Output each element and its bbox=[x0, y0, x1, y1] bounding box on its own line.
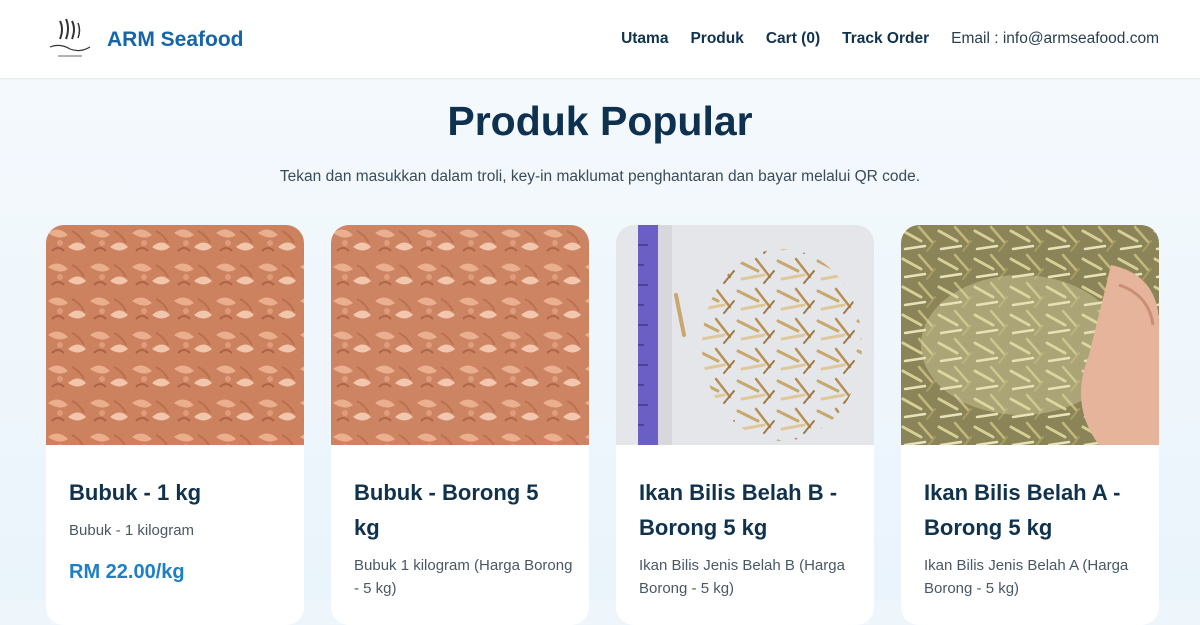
brand-logo-icon[interactable] bbox=[46, 17, 94, 61]
product-price: RM 22.00/kg bbox=[69, 561, 185, 583]
product-image[interactable] bbox=[46, 225, 304, 445]
section-subtitle: Tekan dan masukkan dalam troli, key-in m… bbox=[279, 168, 921, 185]
product-description: Bubuk - 1 kilogram bbox=[69, 522, 195, 539]
site-header: ARM Seafood Utama Produk Cart (0) Track … bbox=[0, 0, 1200, 79]
nav-utama[interactable]: Utama bbox=[621, 30, 668, 48]
product-card[interactable]: Ikan Bilis Belah A - Borong 5 kg Ikan Bi… bbox=[901, 225, 1159, 625]
product-card[interactable]: Ikan Bilis Belah B - Borong 5 kg Ikan Bi… bbox=[616, 225, 874, 625]
product-image[interactable] bbox=[331, 225, 589, 445]
main-nav: Utama Produk Cart (0) Track Order Email … bbox=[621, 30, 1159, 48]
product-description: Ikan Bilis Jenis Belah B (Harga Borong -… bbox=[639, 557, 845, 597]
nav-track-order[interactable]: Track Order bbox=[842, 30, 929, 48]
popular-products-section: Produk Popular Tekan dan masukkan dalam … bbox=[0, 80, 1200, 625]
product-description: Bubuk 1 kilogram (Harga Borong - 5 kg) bbox=[354, 557, 573, 597]
product-card[interactable]: Bubuk - Borong 5 kg Bubuk 1 kilogram (Ha… bbox=[331, 225, 589, 625]
product-name[interactable]: Ikan Bilis Belah A - Borong 5 kg bbox=[924, 475, 1139, 545]
nav-email[interactable]: Email : info@armseafood.com bbox=[951, 30, 1159, 48]
product-card[interactable]: Bubuk - 1 kg Bubuk - 1 kilogram RM 22.00… bbox=[46, 225, 304, 625]
nav-cart[interactable]: Cart (0) bbox=[766, 30, 820, 48]
nav-produk[interactable]: Produk bbox=[690, 30, 743, 48]
product-name[interactable]: Ikan Bilis Belah B - Borong 5 kg bbox=[639, 475, 854, 545]
product-image[interactable] bbox=[616, 225, 874, 445]
section-title: Produk Popular bbox=[447, 98, 753, 144]
product-name[interactable]: Bubuk - 1 kg bbox=[69, 475, 284, 510]
product-image[interactable] bbox=[901, 225, 1159, 445]
brand-name[interactable]: ARM Seafood bbox=[107, 28, 244, 52]
product-description: Ikan Bilis Jenis Belah A (Harga Borong -… bbox=[924, 557, 1129, 597]
product-name[interactable]: Bubuk - Borong 5 kg bbox=[354, 475, 569, 545]
